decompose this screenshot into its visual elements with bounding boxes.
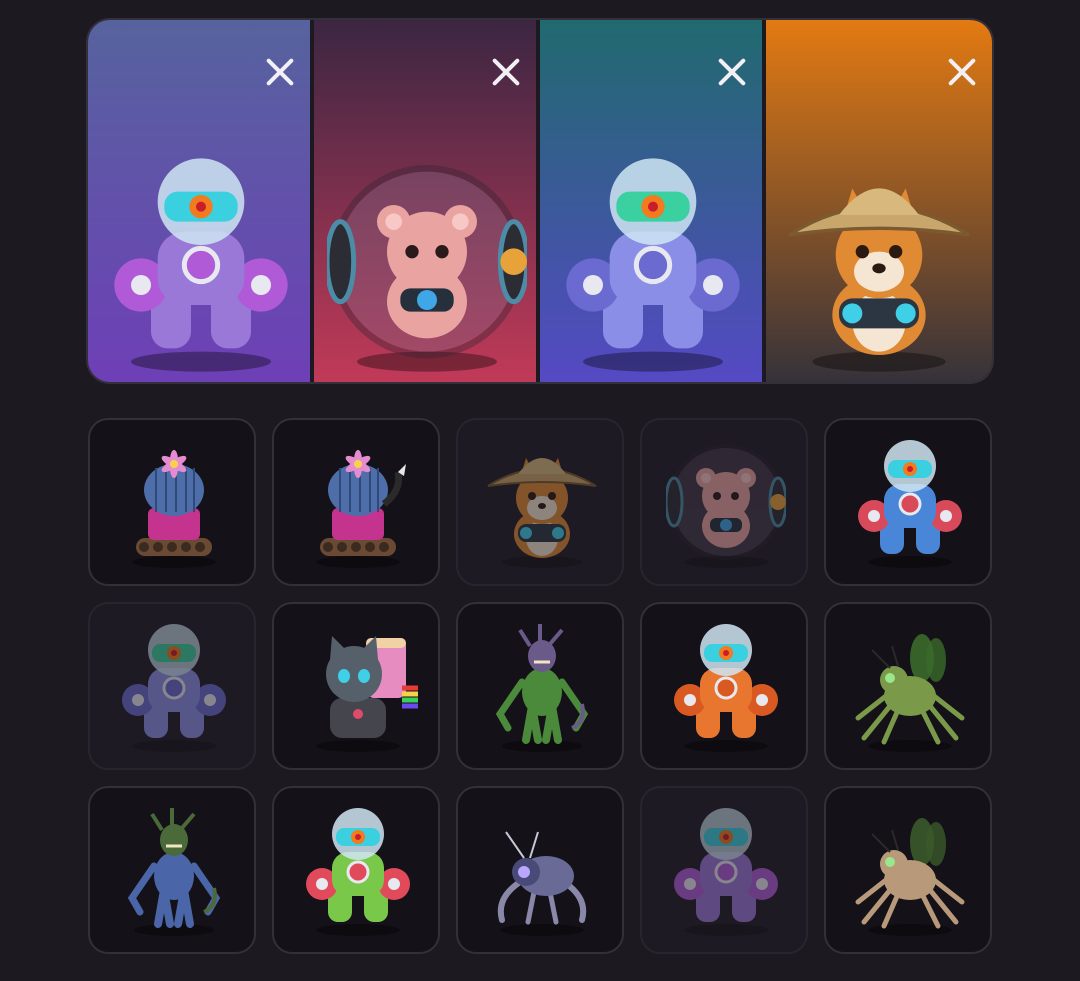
character-tile-purple-robo-mite[interactable] [456, 786, 624, 954]
character-tile-green-alien-warrior[interactable] [456, 602, 624, 770]
shiba-straw-hat-illustration [482, 434, 602, 574]
close-icon[interactable] [946, 56, 978, 88]
shiba-straw-hat-illustration [779, 145, 979, 382]
selected-slot-2[interactable] [314, 20, 540, 382]
character-tile-cactus-tank[interactable] [88, 418, 256, 586]
cactus-tank-illustration [114, 434, 234, 574]
character-tile-robot-cat-rainbow[interactable] [272, 602, 440, 770]
blue-astro-robot-illustration [114, 618, 234, 758]
character-tile-green-bug-spider[interactable] [824, 602, 992, 770]
character-tile-shiba-straw-hat[interactable] [456, 418, 624, 586]
close-icon[interactable] [716, 56, 748, 88]
selected-slot-4[interactable] [766, 20, 992, 382]
character-tile-green-astro-robot[interactable] [272, 786, 440, 954]
character-collection-grid [88, 418, 992, 954]
character-tile-hamster-in-ball[interactable] [640, 418, 808, 586]
character-tile-cactus-tank-tail[interactable] [272, 418, 440, 586]
selected-slot-1[interactable] [88, 20, 314, 382]
character-tile-blue-astro-robot-red[interactable] [824, 418, 992, 586]
character-tile-purple-astro-robot[interactable] [640, 786, 808, 954]
character-selection-screen [0, 0, 1080, 981]
purple-astro-robot-illustration [666, 802, 786, 942]
character-tile-tan-bug-spider[interactable] [824, 786, 992, 954]
purple-robo-mite-illustration [482, 802, 602, 942]
tan-bug-spider-illustration [850, 802, 970, 942]
selected-slot-3[interactable] [540, 20, 766, 382]
close-icon[interactable] [264, 56, 296, 88]
robot-cat-rainbow-illustration [298, 618, 424, 758]
character-tile-blue-alien-warrior[interactable] [88, 786, 256, 954]
purple-astro-robot-illustration [101, 145, 301, 382]
green-bug-spider-illustration [850, 618, 970, 758]
green-alien-warrior-illustration [482, 618, 602, 758]
character-tile-orange-astro-robot[interactable] [640, 602, 808, 770]
orange-astro-robot-illustration [666, 618, 786, 758]
cactus-tank-tail-illustration [298, 434, 418, 574]
close-icon[interactable] [490, 56, 522, 88]
blue-alien-warrior-illustration [114, 802, 234, 942]
hamster-in-ball-illustration [324, 145, 530, 382]
green-astro-robot-illustration [298, 802, 418, 942]
blue-astro-robot-illustration [553, 145, 753, 382]
hamster-in-ball-illustration [664, 434, 788, 574]
blue-astro-robot-red-illustration [850, 434, 970, 574]
selected-characters-panel [88, 20, 992, 382]
character-tile-blue-astro-robot[interactable] [88, 602, 256, 770]
